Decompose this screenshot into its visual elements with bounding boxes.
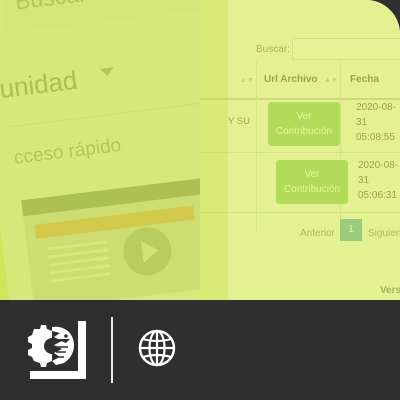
- pager-previous-link[interactable]: Anterior: [300, 228, 335, 239]
- footer-partial-text: Vers: [380, 285, 400, 296]
- institution-logo-icon: [28, 321, 86, 379]
- sort-icon[interactable]: ▲▼: [240, 77, 254, 84]
- row-date: 2020-08-31 05:08:55: [356, 102, 397, 143]
- pager-current-page[interactable]: 1: [340, 219, 362, 241]
- table-header: ▲▼ Url Archivo ▲▼ Fecha: [200, 62, 400, 100]
- column-header-url[interactable]: Url Archivo: [264, 74, 318, 85]
- drive-divider: [8, 99, 227, 128]
- globe-icon[interactable]: [137, 328, 177, 368]
- thumbnail-frame: Buscar en Drive unidad cceso rápido Busc…: [0, 0, 400, 400]
- play-icon[interactable]: [120, 224, 175, 279]
- artwork-area: Buscar en Drive unidad cceso rápido Busc…: [0, 0, 400, 300]
- preview-text-lines: [47, 240, 112, 288]
- drive-unit-label[interactable]: unidad: [0, 65, 79, 105]
- row-separator: [200, 152, 400, 153]
- view-contribution-button[interactable]: Ver Contribución: [268, 102, 340, 146]
- contributions-table-screenshot: Buscar: ▲▼ Url Archivo ▲▼ Fecha Y SU Ver…: [200, 0, 400, 300]
- column-header-date[interactable]: Fecha: [350, 74, 379, 85]
- column-separator: [340, 62, 341, 232]
- table-search-input[interactable]: [292, 38, 400, 60]
- caret-down-icon[interactable]: [99, 67, 115, 77]
- sort-icon[interactable]: ▲▼: [324, 77, 338, 84]
- column-separator: [256, 62, 257, 232]
- view-contribution-button[interactable]: Ver Contribución: [276, 160, 348, 204]
- row-date: 2020-08-31 05:06:31: [358, 160, 399, 201]
- table-search-label: Buscar:: [256, 44, 290, 55]
- table-cell-partial: Y SU: [228, 116, 251, 127]
- row-separator: [200, 212, 400, 213]
- bottom-bar: [0, 300, 400, 400]
- drive-quick-access-label: cceso rápido: [12, 134, 123, 169]
- pager-next-link[interactable]: Siguien: [368, 228, 400, 239]
- vertical-divider: [111, 317, 113, 383]
